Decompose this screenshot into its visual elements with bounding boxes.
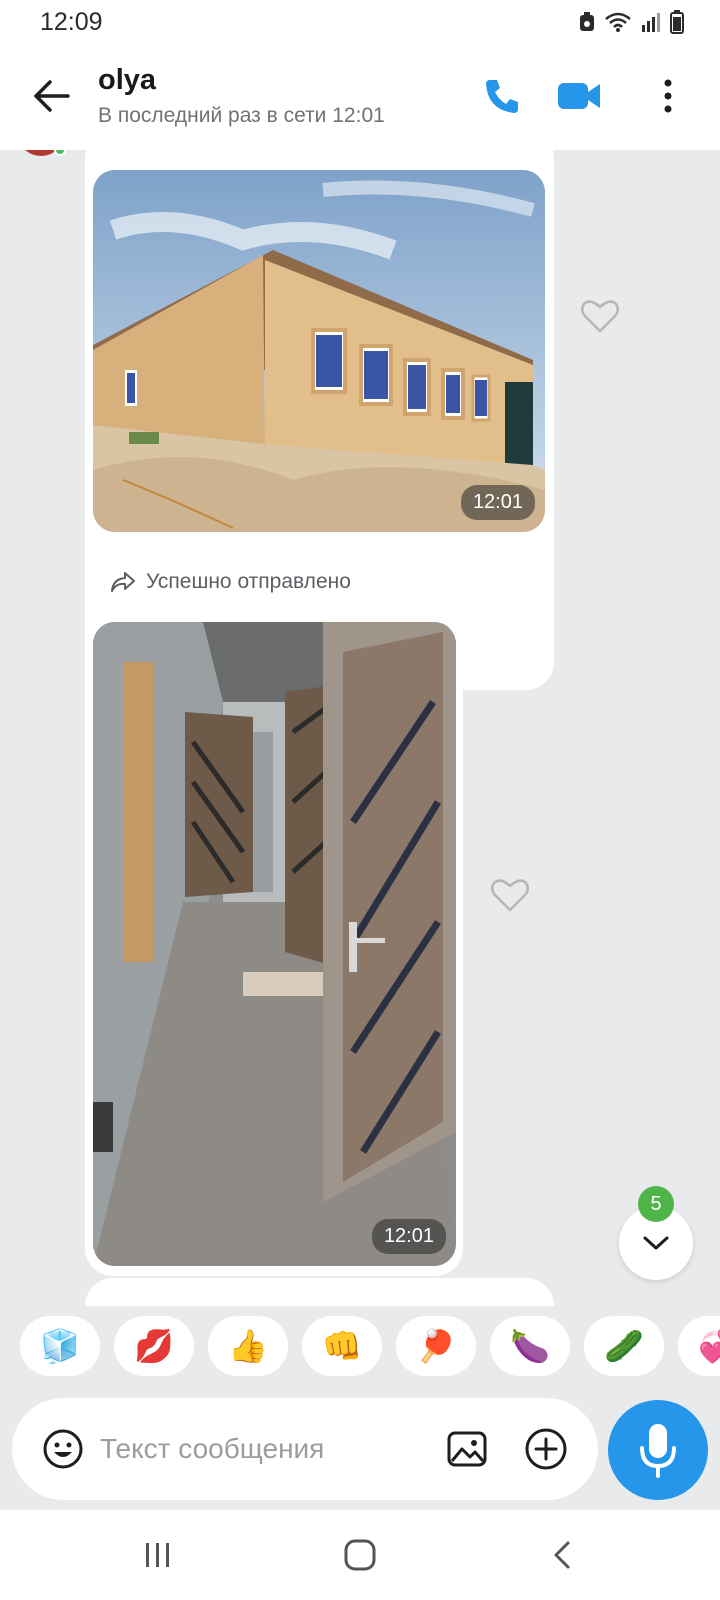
gallery-button[interactable]: [446, 1428, 488, 1470]
back-nav-button[interactable]: [532, 1530, 592, 1580]
message-time: 12:01: [371, 1219, 446, 1254]
sticker-chip[interactable]: 👊: [302, 1316, 382, 1376]
forward-icon: [111, 572, 135, 592]
attach-button[interactable]: [524, 1427, 568, 1471]
contact-last-seen: В последний раз в сети 12:01: [98, 104, 385, 127]
message-photo-corridor[interactable]: 12:01: [93, 622, 456, 1266]
back-nav-icon: [554, 1541, 570, 1569]
voice-message-button[interactable]: [608, 1400, 708, 1500]
sticker-chip[interactable]: 💋: [114, 1316, 194, 1376]
status-icons: [578, 10, 684, 34]
status-time: 12:09: [40, 8, 103, 36]
emoji-icon: [43, 1429, 83, 1469]
like-button[interactable]: [490, 875, 530, 913]
chevron-down-icon: [643, 1236, 669, 1250]
sticker-chip[interactable]: 💞: [678, 1316, 720, 1376]
emoji-button[interactable]: [42, 1428, 84, 1470]
recycle-icon: [580, 12, 594, 31]
gallery-icon: [447, 1431, 487, 1467]
video-icon: [558, 83, 600, 109]
home-icon: [344, 1539, 376, 1571]
sticker-suggestions[interactable]: 🧊 💋 👍 👊 🏓 🍆 🥒 💞: [0, 1310, 720, 1384]
chat-messages[interactable]: 12:01 Успешно отправлено 12:01 5: [0, 150, 720, 1306]
wifi-icon: [605, 12, 631, 32]
signal-icon: [642, 13, 660, 32]
forward-status: Успешно отправлено: [110, 570, 351, 594]
sticker-chip[interactable]: 🍆: [490, 1316, 570, 1376]
like-button[interactable]: [580, 296, 620, 334]
contact-name[interactable]: olya: [98, 64, 156, 97]
recent-apps-icon: [146, 1543, 169, 1567]
message-bubble[interactable]: [85, 1278, 554, 1306]
more-options-button[interactable]: [642, 70, 694, 122]
message-time: 12:01: [460, 485, 535, 520]
building-photo: [93, 170, 545, 532]
sticker-chip[interactable]: 🏓: [396, 1316, 476, 1376]
back-arrow-icon: [34, 80, 70, 112]
status-bar: 12:09: [0, 0, 720, 46]
call-button[interactable]: [476, 70, 528, 122]
microphone-icon: [640, 1424, 676, 1478]
sticker-chip[interactable]: 🧊: [20, 1316, 100, 1376]
heart-icon: [491, 879, 529, 912]
more-icon: [664, 79, 672, 113]
forward-status-text: Успешно отправлено: [146, 570, 351, 593]
sticker-chip[interactable]: 🥒: [584, 1316, 664, 1376]
back-button[interactable]: [28, 72, 76, 120]
video-call-button[interactable]: [553, 70, 605, 122]
message-composer: [12, 1398, 598, 1500]
message-input[interactable]: [100, 1424, 430, 1474]
system-navigation-bar: [0, 1510, 720, 1600]
plus-icon: [525, 1428, 567, 1470]
online-indicator: [54, 150, 66, 156]
message-photo-building[interactable]: 12:01: [93, 170, 545, 532]
phone-icon: [486, 80, 518, 113]
home-button[interactable]: [330, 1530, 390, 1580]
battery-icon: [670, 10, 684, 34]
heart-icon: [581, 300, 619, 333]
corridor-photo: [93, 622, 456, 1266]
unread-badge: 5: [638, 1186, 674, 1222]
recent-apps-button[interactable]: [128, 1530, 188, 1580]
chat-header: olya В последний раз в сети 12:01: [0, 46, 720, 150]
sticker-chip[interactable]: 👍: [208, 1316, 288, 1376]
